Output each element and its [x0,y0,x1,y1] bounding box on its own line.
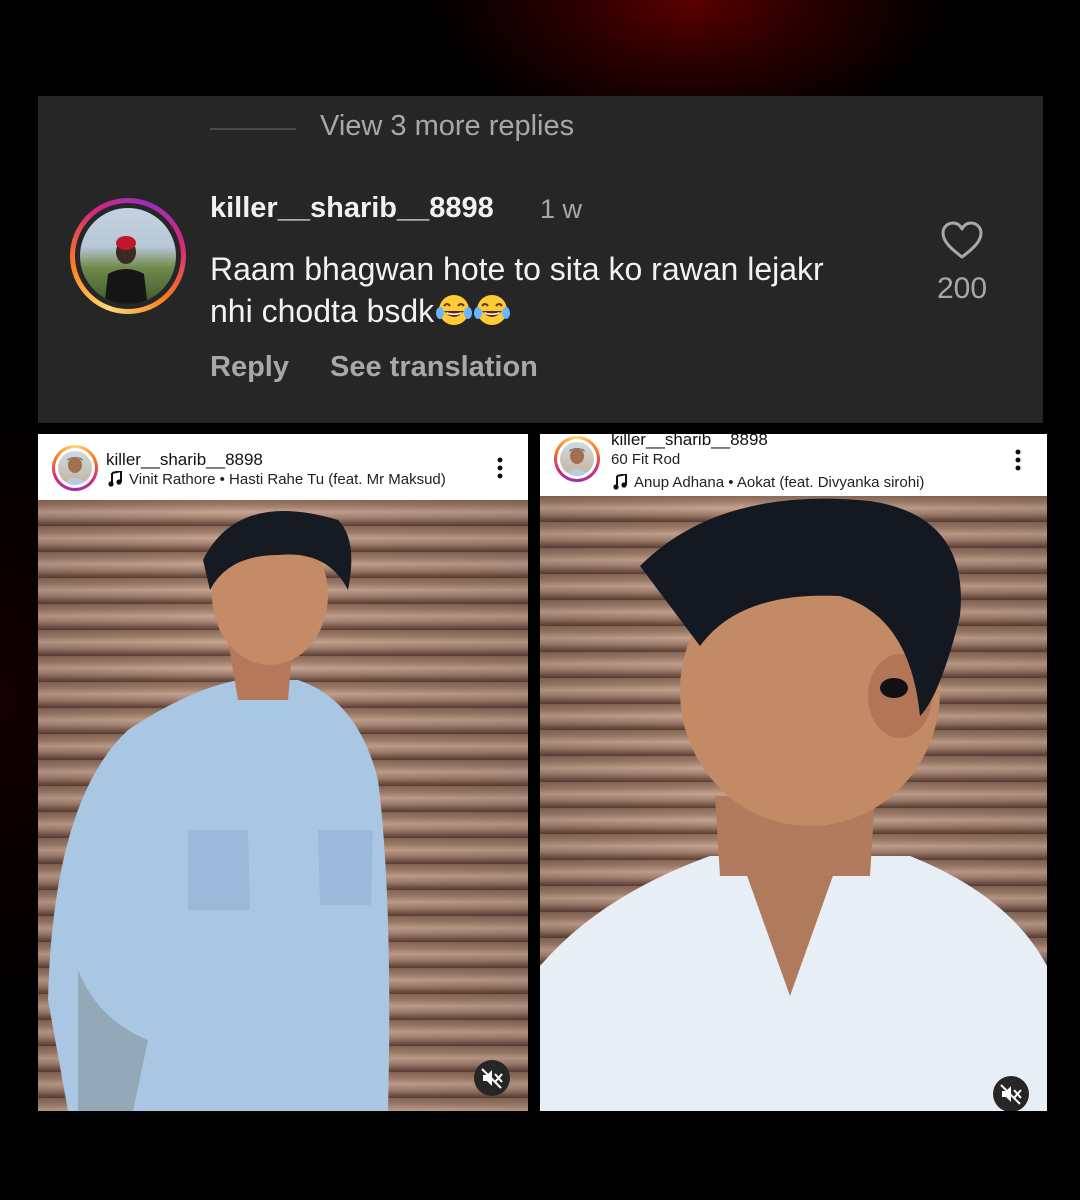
post-photo[interactable] [540,496,1047,1111]
more-options-icon[interactable] [1015,449,1021,471]
post-right: killer__sharib__8898 60 Fit Rod Anup Adh… [540,434,1047,1111]
face-with-tears-of-joy-icon [474,295,511,325]
post-avatar[interactable] [52,445,98,491]
post-username[interactable]: killer__sharib__8898 [611,434,768,450]
post-music-label[interactable]: Anup Adhana • Aokat (feat. Divyanka siro… [634,474,924,491]
see-translation-button[interactable]: See translation [330,351,538,384]
post-header: killer__sharib__8898 60 Fit Rod Anup Adh… [540,434,1047,500]
music-note-icon [108,471,122,487]
comment-text-line2: nhi chodta bsdk [210,293,435,329]
person-thumbnail [62,457,88,485]
post-username[interactable]: killer__sharib__8898 [106,450,263,470]
person-figure [48,511,390,1111]
post-left: killer__sharib__8898 Vinit Rathore • Has… [38,434,528,1111]
replies-divider [210,128,296,130]
comment-timestamp: 1 w [540,194,583,224]
face-with-tears-of-joy-icon [436,295,473,325]
comment-card: View 3 more replies killer__sharib__8898… [38,96,1043,423]
more-options-icon[interactable] [497,457,503,479]
person-thumbnail [564,448,590,476]
avatar-photo [80,208,176,304]
reply-button[interactable]: Reply [210,351,289,384]
post-location[interactable]: 60 Fit Rod [611,451,680,468]
view-more-replies-link[interactable]: View 3 more replies [320,110,574,143]
post-avatar-photo [560,442,594,476]
post-header: killer__sharib__8898 Vinit Rathore • Has… [38,434,528,500]
comment-username[interactable]: killer__sharib__8898 [210,192,494,225]
person-figure [540,498,1047,1111]
post-avatar[interactable] [554,436,600,482]
comment-text-line1: Raam bhagwan hote to sita ko rawan lejak… [210,251,824,287]
person-silhouette [104,236,148,304]
muted-speaker-icon[interactable] [993,1076,1029,1111]
post-music-label[interactable]: Vinit Rathore • Hasti Rahe Tu (feat. Mr … [129,471,446,488]
heart-icon[interactable] [940,220,984,260]
comment-body: Raam bhagwan hote to sita ko rawan lejak… [210,248,930,332]
comment-avatar[interactable] [70,198,186,314]
post-photo[interactable] [38,500,528,1111]
like-count: 200 [936,272,988,305]
muted-speaker-icon[interactable] [474,1060,510,1096]
music-note-icon [613,474,627,490]
post-avatar-photo [58,451,92,485]
